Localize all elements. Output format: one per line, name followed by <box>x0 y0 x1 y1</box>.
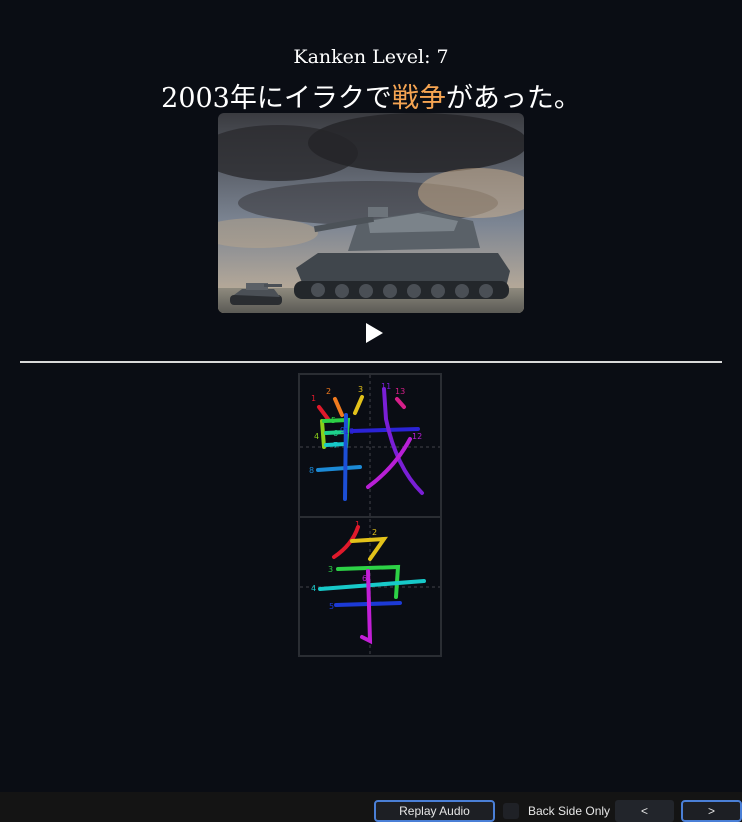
back-side-only-checkbox[interactable] <box>503 803 519 819</box>
stroke-number: 1 <box>311 394 316 403</box>
stroke-number: 6 <box>362 574 367 583</box>
stroke-number: 3 <box>358 385 363 394</box>
divider <box>20 361 722 363</box>
replay-audio-button[interactable]: Replay Audio <box>374 800 495 822</box>
stroke-number: 6 <box>333 429 338 438</box>
stroke-number: 4 <box>314 432 319 441</box>
flashcard: Kanken Level: 7 2003年にイラクで戦争があった。 1 2 3 … <box>0 0 742 792</box>
stroke-number: 1 <box>355 520 360 529</box>
kanji-sou <box>318 525 426 645</box>
tank-photo <box>218 113 524 313</box>
example-sentence: 2003年にイラクで戦争があった。 <box>0 76 742 115</box>
sentence-highlight: 戦争 <box>391 83 446 114</box>
stroke-number: 3 <box>328 565 333 574</box>
stroke-number: 5 <box>331 416 336 425</box>
stroke-number: 11 <box>381 382 391 391</box>
sentence-before: 2003年にイラクで <box>161 83 392 114</box>
play-audio-button[interactable] <box>364 322 384 344</box>
play-icon <box>366 323 383 343</box>
next-button[interactable]: > <box>681 800 742 822</box>
stroke-number: 8 <box>309 466 314 475</box>
stroke-number: 7 <box>333 441 338 450</box>
stroke-order-diagram: 1 2 3 4 5 6 7 8 9 10 11 12 13 1 2 3 4 5 … <box>298 373 442 657</box>
kanken-level: Kanken Level: 7 <box>293 46 449 68</box>
stroke-number: 13 <box>395 387 405 396</box>
sentence-after: があった。 <box>445 83 581 114</box>
stroke-number: 12 <box>412 432 422 441</box>
back-side-only-label: Back Side Only <box>528 804 611 818</box>
back-side-only-toggle[interactable]: Back Side Only <box>503 802 610 820</box>
stroke-number: 5 <box>329 602 334 611</box>
stroke-number: 2 <box>326 387 331 396</box>
stroke-number: 10 <box>344 427 354 436</box>
previous-button[interactable]: < <box>615 800 674 822</box>
stroke-number: 2 <box>372 528 377 537</box>
stroke-number: 4 <box>311 584 316 593</box>
